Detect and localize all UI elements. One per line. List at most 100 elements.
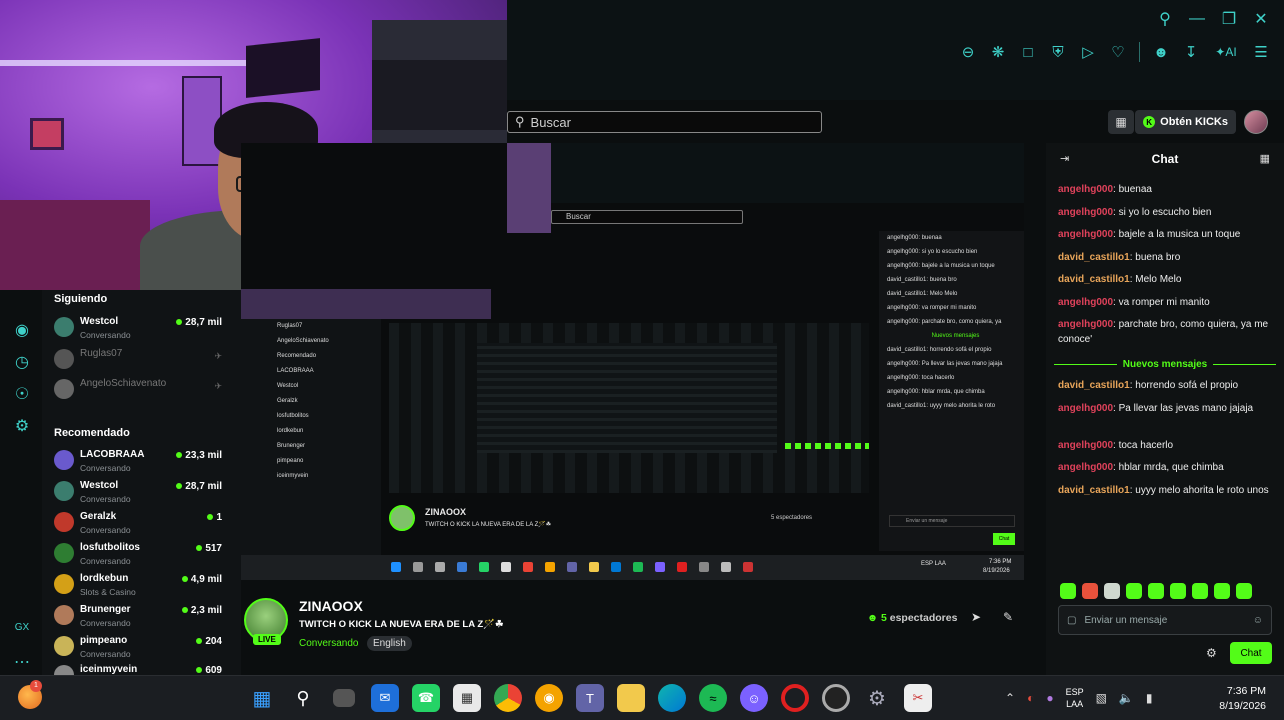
- stream-category[interactable]: Conversando: [299, 638, 358, 649]
- account-icon[interactable]: ☻: [1152, 43, 1170, 61]
- emote[interactable]: [1126, 583, 1142, 599]
- browse-icon[interactable]: ◉: [12, 320, 32, 340]
- task-view-icon[interactable]: [333, 689, 355, 707]
- language-tag[interactable]: English: [367, 636, 412, 651]
- minimize-icon[interactable]: —: [1188, 10, 1206, 28]
- chat-username[interactable]: david_castillo1: [1058, 380, 1130, 391]
- chat-username[interactable]: angelhg000: [1058, 403, 1113, 414]
- emote[interactable]: [1170, 583, 1186, 599]
- discord-icon[interactable]: ☺: [740, 684, 768, 712]
- discord-icon[interactable]: ☉: [12, 384, 32, 404]
- sidebar-channel[interactable]: AngeloSchiavenato ✈: [54, 376, 234, 406]
- pin-icon[interactable]: ❋: [989, 43, 1007, 61]
- follow-icon[interactable]: ✎: [1003, 610, 1013, 624]
- sidebar-channel[interactable]: lordkebun Slots & Casino 4,9 mil: [54, 571, 234, 601]
- menu-icon[interactable]: ☰: [1252, 43, 1270, 61]
- chat-username[interactable]: angelhg000: [1058, 184, 1113, 195]
- channel-avatar: [54, 605, 74, 625]
- volume-icon[interactable]: 🔈: [1119, 691, 1134, 705]
- close-icon[interactable]: ✕: [1252, 10, 1270, 28]
- settings-icon[interactable]: ⚙: [863, 684, 891, 712]
- stream-video[interactable]: Buscar SiguiendoWestcolRuglas07AngeloSch…: [241, 143, 1024, 580]
- whatsapp-icon[interactable]: ☎: [412, 684, 440, 712]
- search-icon[interactable]: ⚲: [289, 684, 317, 712]
- sidebar-channel[interactable]: losfutbolitos Conversando 517: [54, 540, 234, 570]
- shield-icon[interactable]: ⛨: [1049, 43, 1067, 61]
- chat-username[interactable]: david_castillo1: [1058, 274, 1130, 285]
- heart-icon[interactable]: ♡: [1109, 43, 1127, 61]
- sidebar-channel[interactable]: Brunenger Conversando 2,3 mil: [54, 602, 234, 632]
- chat-users-icon[interactable]: ▦: [1260, 152, 1270, 165]
- emote[interactable]: [1082, 583, 1098, 599]
- calendar-button[interactable]: ▦: [1108, 110, 1134, 134]
- emote[interactable]: [1148, 583, 1164, 599]
- screenshot-icon[interactable]: □: [1019, 43, 1037, 61]
- sidebar-channel[interactable]: LACOBRAAA Conversando 23,3 mil: [54, 447, 234, 477]
- send-chat-button[interactable]: Chat: [1230, 642, 1272, 664]
- emote[interactable]: [1214, 583, 1230, 599]
- chat-username[interactable]: david_castillo1: [1058, 485, 1130, 496]
- teams-icon[interactable]: T: [576, 684, 604, 712]
- search-input[interactable]: ⚲ Buscar: [507, 111, 822, 133]
- chat-username[interactable]: angelhg000: [1058, 319, 1113, 330]
- restore-icon[interactable]: ❐: [1220, 10, 1238, 28]
- snipping-tool-icon[interactable]: ✂: [904, 684, 932, 712]
- sidebar-channel[interactable]: Geralzk Conversando 1: [54, 509, 234, 539]
- emote[interactable]: [1104, 583, 1120, 599]
- microphone-icon[interactable]: ●: [1046, 691, 1053, 705]
- opera-gx-icon[interactable]: [822, 684, 850, 712]
- sidebar-channel[interactable]: iceinmyvein 609: [54, 662, 234, 675]
- share-icon[interactable]: ➤: [971, 610, 981, 624]
- battery-icon[interactable]: ▮: [1146, 691, 1153, 705]
- streamer-name[interactable]: ZINAOOX: [299, 598, 363, 614]
- store-icon[interactable]: ▦: [453, 684, 481, 712]
- emote[interactable]: [1060, 583, 1076, 599]
- sidebar-channel[interactable]: pimpeano Conversando 204: [54, 633, 234, 663]
- wifi-icon[interactable]: ▧: [1096, 691, 1107, 705]
- channel-name: Ruglas07: [80, 348, 123, 359]
- spotify-icon[interactable]: ≈: [699, 684, 727, 712]
- chat-text: : Pa llevar las jevas mano jajaja: [1113, 402, 1254, 414]
- sidebar-channel[interactable]: Westcol Conversando 28,7 mil: [54, 478, 234, 508]
- clock[interactable]: 7:36 PM 8/19/2026: [1219, 684, 1266, 714]
- chat-username[interactable]: angelhg000: [1058, 462, 1113, 473]
- chrome-icon[interactable]: [494, 684, 522, 712]
- chevron-up-icon[interactable]: ⌃: [1005, 691, 1015, 705]
- chat-text: : hblar mrda, que chimba: [1113, 462, 1224, 473]
- file-explorer-icon[interactable]: [617, 684, 645, 712]
- chat-settings-icon[interactable]: ⚙: [1206, 646, 1217, 660]
- user-avatar[interactable]: [1244, 110, 1268, 134]
- nested-toolbar: [507, 143, 1024, 203]
- emote-bar[interactable]: [1060, 583, 1252, 599]
- edge-icon[interactable]: [658, 684, 686, 712]
- get-kicks-button[interactable]: K Obtén KICKs: [1135, 110, 1236, 134]
- chat-username[interactable]: angelhg000: [1058, 297, 1113, 308]
- emoji-icon[interactable]: ☺: [1253, 615, 1263, 626]
- history-icon[interactable]: ◷: [12, 352, 32, 372]
- emote[interactable]: [1236, 583, 1252, 599]
- mail-icon[interactable]: ✉: [371, 684, 399, 712]
- chat-username[interactable]: angelhg000: [1058, 207, 1113, 218]
- start-icon[interactable]: ▦: [248, 684, 276, 712]
- sidebar-channel[interactable]: Westcol Conversando 28,7 mil: [54, 314, 234, 344]
- language-indicator[interactable]: ESP LAA: [1066, 686, 1084, 710]
- opera-icon[interactable]: [781, 684, 809, 712]
- search-icon[interactable]: ⚲: [1156, 10, 1174, 28]
- nested-chat-line: david_castillo1: uyyy melo ahorita le ro…: [887, 403, 996, 409]
- settings-icon[interactable]: ⚙: [12, 416, 32, 436]
- zoom-out-icon[interactable]: ⊖: [959, 43, 977, 61]
- ai-icon[interactable]: ✦AI: [1212, 43, 1240, 61]
- chat-username[interactable]: david_castillo1: [1058, 252, 1130, 263]
- chat-username[interactable]: angelhg000: [1058, 229, 1113, 240]
- sidebar-channel[interactable]: Ruglas07 ✈: [54, 346, 234, 376]
- brave-icon[interactable]: ◉: [535, 684, 563, 712]
- emote[interactable]: [1192, 583, 1208, 599]
- nested-chat-line: angelhg000: toca hacerlo: [887, 375, 955, 381]
- chat-input[interactable]: ▢ Enviar un mensaje ☺: [1058, 605, 1272, 635]
- send-icon[interactable]: ▷: [1079, 43, 1097, 61]
- more-icon[interactable]: ⋯: [12, 652, 32, 672]
- chat-username[interactable]: angelhg000: [1058, 440, 1113, 451]
- network-icon[interactable]: ◐: [1027, 691, 1034, 705]
- download-icon[interactable]: ↧: [1182, 43, 1200, 61]
- gx-icon[interactable]: GX: [12, 622, 32, 642]
